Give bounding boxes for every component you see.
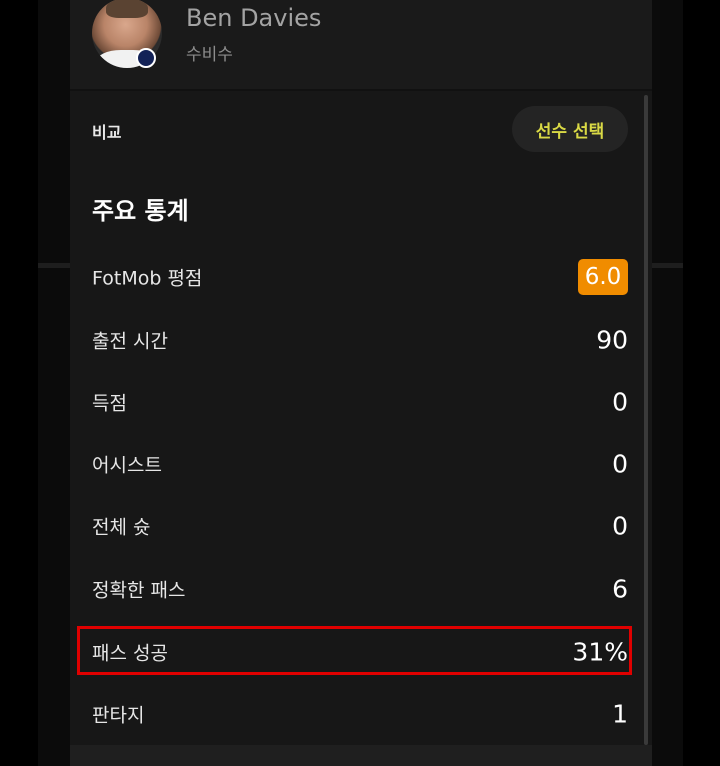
stat-value: 0 — [612, 449, 628, 479]
stat-label: FotMob 평점 — [92, 267, 203, 290]
stat-value: 6 — [612, 574, 628, 604]
page: Ben Davies 수비수 비교 선수 선택 주요 통계 FotMob 평점 … — [0, 0, 720, 766]
stat-row-pass-success: 패스 성공 31% — [70, 621, 652, 683]
player-position: 수비수 — [186, 45, 233, 65]
stat-row-assists: 어시스트 0 — [70, 433, 652, 495]
rating-badge: 6.0 — [578, 259, 628, 295]
stat-row-accurate-passes: 정확한 패스 6 — [70, 558, 652, 620]
scrollbar[interactable] — [644, 95, 648, 745]
stat-value: 90 — [596, 325, 628, 355]
stat-label: 전체 슛 — [92, 516, 151, 539]
stat-label: 패스 성공 — [92, 642, 168, 665]
team-badge-icon — [136, 48, 156, 68]
stat-row-minutes: 출전 시간 90 — [70, 309, 652, 371]
player-name: Ben Davies — [186, 4, 322, 32]
player-header[interactable]: Ben Davies 수비수 — [70, 0, 652, 89]
stat-row-total-shots: 전체 슛 0 — [70, 495, 652, 557]
stat-value: 31% — [572, 637, 628, 667]
stat-label: 판타지 — [92, 704, 145, 727]
stat-row-rating: FotMob 평점 6.0 — [70, 246, 652, 308]
stat-value: 0 — [612, 387, 628, 417]
stats-panel: 비교 선수 선택 주요 통계 FotMob 평점 6.0 출전 시간 90 득점… — [70, 91, 652, 745]
stat-value: 0 — [612, 511, 628, 541]
stat-label: 정확한 패스 — [92, 579, 186, 602]
stat-row-fantasy: 판타지 1 — [70, 683, 652, 745]
section-title: 주요 통계 — [92, 197, 189, 225]
avatar-hair — [106, 0, 148, 18]
stat-label: 출전 시간 — [92, 330, 168, 353]
player-stats-card: Ben Davies 수비수 비교 선수 선택 주요 통계 FotMob 평점 … — [70, 0, 652, 766]
stat-row-goals: 득점 0 — [70, 371, 652, 433]
stat-value: 1 — [612, 699, 628, 729]
select-player-button[interactable]: 선수 선택 — [512, 106, 628, 152]
footer-strip — [70, 745, 652, 766]
stat-label: 득점 — [92, 392, 127, 415]
compare-label: 비교 — [92, 123, 122, 142]
stat-label: 어시스트 — [92, 454, 162, 477]
